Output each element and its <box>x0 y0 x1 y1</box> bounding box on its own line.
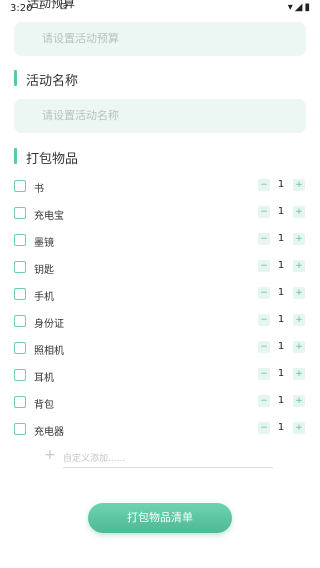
decrement-button[interactable]: − <box>258 233 270 245</box>
increment-button[interactable]: + <box>293 179 305 191</box>
item-quantity: 1 <box>277 395 285 406</box>
activity-name-input[interactable]: 请设置活动名称 <box>14 99 306 133</box>
item-checkbox[interactable] <box>14 396 26 408</box>
decrement-button[interactable]: − <box>258 314 270 326</box>
item-label: 墨镜 <box>34 238 54 249</box>
decrement-button[interactable]: − <box>258 179 270 191</box>
item-quantity: 1 <box>277 260 285 271</box>
increment-button[interactable]: + <box>293 287 305 299</box>
item-checkbox[interactable] <box>14 180 26 192</box>
list-item: 身份证 − 1 + <box>0 312 320 332</box>
item-quantity: 1 <box>277 368 285 379</box>
decrement-button[interactable]: − <box>258 395 270 407</box>
add-icon[interactable]: + <box>44 447 56 463</box>
item-quantity: 1 <box>277 422 285 433</box>
list-item: 充电器 − 1 + <box>0 420 320 440</box>
signal-battery-icons: ▾◢▮ <box>287 2 312 13</box>
decrement-button[interactable]: − <box>258 206 270 218</box>
activity-name-title: 活动名称 <box>26 74 79 89</box>
item-quantity: 1 <box>277 314 285 325</box>
decrement-button[interactable]: − <box>258 368 270 380</box>
item-label: 背包 <box>34 400 54 411</box>
item-quantity: 1 <box>277 179 285 190</box>
item-quantity: 1 <box>277 341 285 352</box>
packing-items-title: 打包物品 <box>26 152 79 167</box>
decrement-button[interactable]: − <box>258 341 270 353</box>
increment-button[interactable]: + <box>293 341 305 353</box>
increment-button[interactable]: + <box>293 368 305 380</box>
item-label: 书 <box>34 184 44 195</box>
item-label: 充电宝 <box>34 211 64 222</box>
item-quantity: 1 <box>277 233 285 244</box>
budget-section-title: 活动预算 <box>27 0 76 10</box>
decrement-button[interactable]: − <box>258 287 270 299</box>
item-quantity: 1 <box>277 287 285 298</box>
item-checkbox[interactable] <box>14 342 26 354</box>
list-item: 手机 − 1 + <box>0 285 320 305</box>
item-label: 钥匙 <box>34 265 54 276</box>
decrement-button[interactable]: − <box>258 422 270 434</box>
item-checkbox[interactable] <box>14 369 26 381</box>
list-item: 充电宝 − 1 + <box>0 204 320 224</box>
item-label: 充电器 <box>34 427 64 438</box>
increment-button[interactable]: + <box>293 233 305 245</box>
list-item: 耳机 − 1 + <box>0 366 320 386</box>
item-quantity: 1 <box>277 206 285 217</box>
list-item: 书 − 1 + <box>0 177 320 197</box>
section-accent-bar <box>14 70 17 86</box>
decrement-button[interactable]: − <box>258 260 270 272</box>
custom-add-row: + <box>0 447 320 471</box>
item-checkbox[interactable] <box>14 288 26 300</box>
item-checkbox[interactable] <box>14 423 26 435</box>
increment-button[interactable]: + <box>293 260 305 272</box>
list-item: 钥匙 − 1 + <box>0 258 320 278</box>
list-item: 墨镜 − 1 + <box>0 231 320 251</box>
increment-button[interactable]: + <box>293 395 305 407</box>
item-label: 身份证 <box>34 319 64 330</box>
budget-input[interactable]: 请设置活动预算 <box>14 22 306 56</box>
list-item: 背包 − 1 + <box>0 393 320 413</box>
section-accent-bar <box>14 148 17 164</box>
increment-button[interactable]: + <box>293 314 305 326</box>
item-label: 耳机 <box>34 373 54 384</box>
custom-item-input[interactable] <box>63 451 273 468</box>
increment-button[interactable]: + <box>293 422 305 434</box>
item-checkbox[interactable] <box>14 261 26 273</box>
item-checkbox[interactable] <box>14 207 26 219</box>
item-checkbox[interactable] <box>14 234 26 246</box>
increment-button[interactable]: + <box>293 206 305 218</box>
item-label: 手机 <box>34 292 54 303</box>
item-checkbox[interactable] <box>14 315 26 327</box>
list-item: 照相机 − 1 + <box>0 339 320 359</box>
item-label: 照相机 <box>34 346 64 357</box>
pack-list-button[interactable]: 打包物品清单 <box>88 503 232 533</box>
